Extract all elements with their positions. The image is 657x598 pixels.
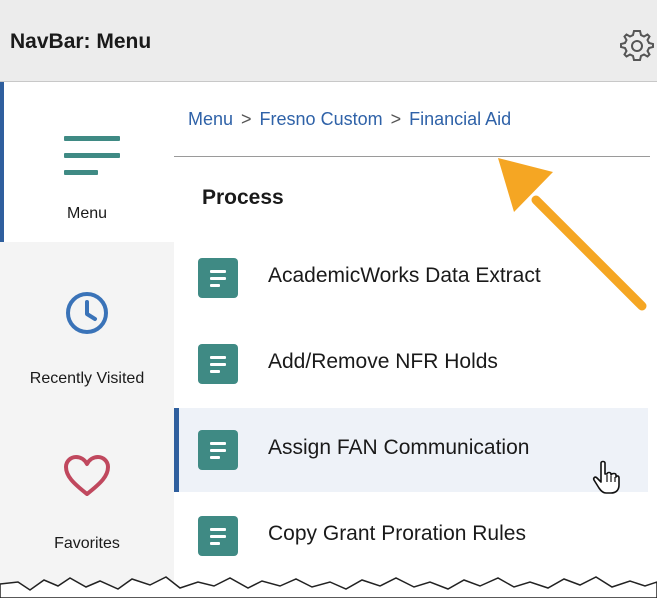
annotation-arrow [498, 158, 647, 311]
navbar-panel: NavBar: Menu Menu Recently Visited Favor… [0, 0, 657, 598]
torn-edge [0, 576, 657, 598]
